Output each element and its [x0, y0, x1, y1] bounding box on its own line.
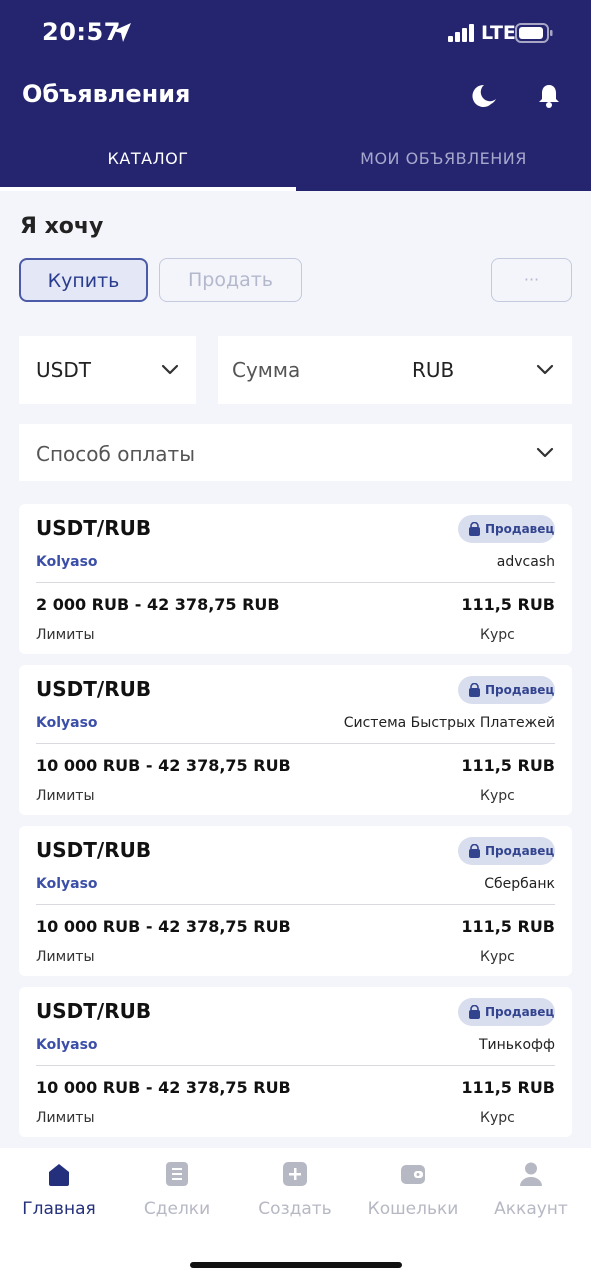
plus-icon [283, 1162, 307, 1186]
bag-icon [469, 844, 480, 858]
nav-label: Кошельки [367, 1199, 459, 1219]
bottom-nav: Главная Сделки Создать Кошельки Аккаунт [0, 1148, 591, 1280]
currency-value: USDT [36, 358, 91, 382]
offer-card[interactable]: USDT/RUB Продавец Kolyaso Тинькофф 10 00… [19, 987, 572, 1137]
divider [36, 904, 555, 905]
chevron-down-icon [536, 447, 554, 458]
limits-label: Лимиты [36, 1110, 95, 1126]
deals-icon [166, 1162, 188, 1186]
user-icon [520, 1162, 542, 1186]
offer-limits: 10 000 RUB - 42 378,75 RUB [36, 1078, 291, 1097]
active-tab-indicator [0, 187, 296, 191]
offer-pair: USDT/RUB [36, 838, 152, 862]
offer-user[interactable]: Kolyaso [36, 715, 98, 731]
offer-method: Система Быстрых Платежей [343, 715, 555, 731]
more-button[interactable]: ··· [491, 258, 572, 302]
offer-rate: 111,5 RUB [461, 756, 555, 775]
bag-icon [469, 522, 480, 536]
bell-icon[interactable] [536, 82, 562, 110]
home-indicator [190, 1262, 402, 1268]
offer-limits: 10 000 RUB - 42 378,75 RUB [36, 917, 291, 936]
offer-user[interactable]: Kolyaso [36, 1037, 98, 1053]
tab-my-ads[interactable]: МОИ ОБЪЯВЛЕНИЯ [296, 149, 591, 168]
offer-method: Сбербанк [484, 876, 555, 892]
nav-wallets[interactable]: Кошельки [354, 1148, 472, 1228]
offer-rate: 111,5 RUB [461, 595, 555, 614]
want-label: Я хочу [20, 214, 104, 239]
badge-label: Продавец [485, 683, 555, 697]
offer-card[interactable]: USDT/RUB Продавец Kolyaso advcash 2 000 … [19, 504, 572, 654]
limits-label: Лимиты [36, 627, 95, 643]
currency-select[interactable]: USDT [19, 336, 196, 404]
rate-label: Курс [480, 1110, 515, 1126]
seller-badge: Продавец [458, 676, 555, 704]
limits-label: Лимиты [36, 788, 95, 804]
nav-label: Аккаунт [494, 1199, 568, 1219]
bag-icon [469, 1005, 480, 1019]
badge-label: Продавец [485, 1005, 555, 1019]
moon-icon[interactable] [471, 82, 499, 110]
nav-label: Создать [258, 1199, 332, 1219]
location-arrow-icon [113, 23, 131, 42]
rate-label: Курс [480, 627, 515, 643]
nav-home[interactable]: Главная [0, 1148, 118, 1228]
battery-icon [515, 23, 553, 43]
payment-method-select[interactable]: Способ оплаты [19, 424, 572, 481]
amount-field[interactable]: Сумма RUB [218, 336, 572, 404]
tab-catalog[interactable]: КАТАЛОГ [0, 149, 296, 168]
nav-label: Сделки [143, 1199, 211, 1219]
offer-user[interactable]: Kolyaso [36, 876, 98, 892]
offer-limits: 10 000 RUB - 42 378,75 RUB [36, 756, 291, 775]
offer-limits: 2 000 RUB - 42 378,75 RUB [36, 595, 280, 614]
nav-account[interactable]: Аккаунт [472, 1148, 590, 1228]
offer-method: Тинькофф [478, 1037, 555, 1053]
divider [36, 582, 555, 583]
offer-pair: USDT/RUB [36, 999, 152, 1023]
offer-card[interactable]: USDT/RUB Продавец Kolyaso Сбербанк 10 00… [19, 826, 572, 976]
seller-badge: Продавец [458, 515, 555, 543]
chevron-down-icon [536, 364, 554, 375]
limits-label: Лимиты [36, 949, 95, 965]
wallet-icon [401, 1165, 425, 1184]
offer-pair: USDT/RUB [36, 516, 152, 540]
chevron-down-icon [161, 364, 179, 375]
app-header: 20:57 LTE Объявления КАТАЛОГ МОИ ОБЪЯВЛЕ… [0, 0, 591, 191]
bag-icon [469, 683, 480, 697]
page-title: Объявления [22, 80, 191, 108]
nav-deals[interactable]: Сделки [118, 1148, 236, 1228]
offer-rate: 111,5 RUB [461, 1078, 555, 1097]
seller-badge: Продавец [458, 998, 555, 1026]
offer-card[interactable]: USDT/RUB Продавец Kolyaso Система Быстры… [19, 665, 572, 815]
divider [36, 743, 555, 744]
offer-method: advcash [496, 554, 555, 570]
offer-user[interactable]: Kolyaso [36, 554, 98, 570]
badge-label: Продавец [485, 522, 555, 536]
amount-placeholder: Сумма [232, 358, 301, 382]
rate-label: Курс [480, 788, 515, 804]
nav-label: Главная [22, 1199, 96, 1219]
network-type: LTE [481, 22, 516, 44]
buy-button[interactable]: Купить [19, 258, 148, 302]
seller-badge: Продавец [458, 837, 555, 865]
payment-placeholder: Способ оплаты [36, 442, 195, 466]
nav-create[interactable]: Создать [236, 1148, 354, 1228]
offer-rate: 111,5 RUB [461, 917, 555, 936]
sell-button[interactable]: Продать [159, 258, 302, 302]
cellular-signal-icon [448, 24, 474, 42]
fiat-value[interactable]: RUB [412, 358, 454, 382]
divider [36, 1065, 555, 1066]
home-icon [49, 1164, 69, 1186]
status-time: 20:57 [42, 18, 121, 46]
offer-pair: USDT/RUB [36, 677, 152, 701]
rate-label: Курс [480, 949, 515, 965]
badge-label: Продавец [485, 844, 555, 858]
